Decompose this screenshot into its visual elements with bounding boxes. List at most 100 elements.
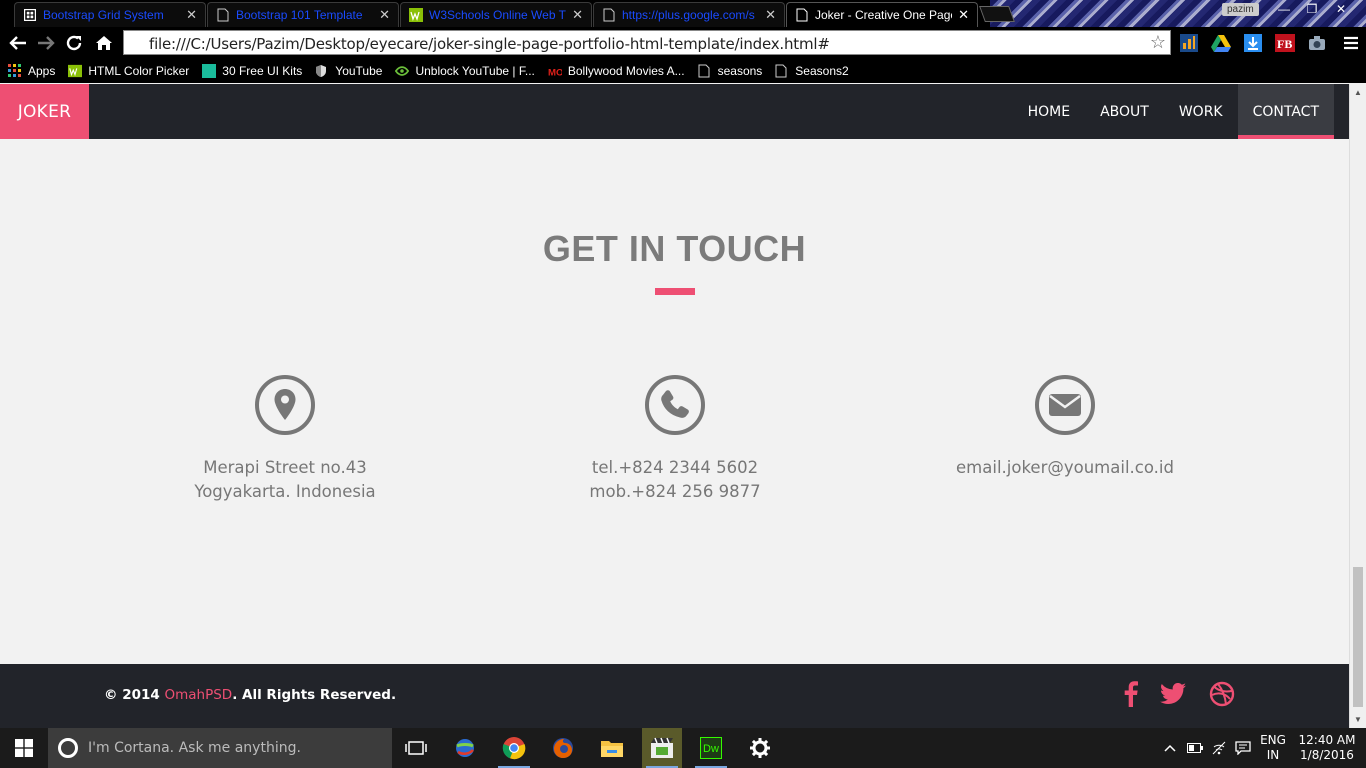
task-view-icon[interactable]	[396, 728, 436, 768]
bookmark-seasons[interactable]: seasons	[698, 64, 762, 78]
bookmark-apps[interactable]: Apps	[8, 64, 55, 78]
ui-kits-icon	[202, 64, 217, 78]
tab-label: W3Schools Online Web Tu	[429, 8, 567, 22]
page-icon	[602, 8, 616, 22]
bookmarks-bar: Apps HTML Color Picker 30 Free UI Kits Y…	[0, 59, 1366, 83]
facebook-icon[interactable]	[1116, 679, 1146, 709]
google-drive-icon[interactable]	[1210, 32, 1232, 54]
address-bar[interactable]: file:///C:/Users/Pazim/Desktop/eyecare/j…	[123, 30, 1171, 55]
chrome-app-icon[interactable]	[494, 728, 534, 768]
bookmark-html-color-picker[interactable]: HTML Color Picker	[68, 64, 189, 78]
bookmark-30-free-ui-kits[interactable]: 30 Free UI Kits	[202, 64, 302, 78]
browser-toolbar: file:///C:/Users/Pazim/Desktop/eyecare/j…	[0, 27, 1366, 59]
page-icon	[775, 64, 789, 78]
menu-item-about[interactable]: ABOUT	[1085, 84, 1164, 139]
tab-bootstrap-grid[interactable]: Bootstrap Grid System ✕	[14, 2, 206, 27]
menu-hamburger-icon[interactable]	[1340, 32, 1362, 54]
language-indicator[interactable]: ENG IN	[1258, 733, 1288, 763]
close-icon[interactable]: ✕	[765, 7, 776, 23]
phone-mob: mob.+824 256 9877	[589, 482, 761, 501]
bookmark-label: Apps	[28, 64, 56, 78]
bookmark-label: HTML Color Picker	[88, 64, 190, 78]
tab-label: Joker - Creative One Page	[815, 8, 953, 22]
close-icon[interactable]: ✕	[186, 7, 197, 23]
location-pin-icon	[254, 374, 316, 436]
grid-icon	[23, 8, 37, 22]
contact-phone: tel.+824 2344 5602 mob.+824 256 9877	[480, 374, 870, 504]
bookmark-seasons2[interactable]: Seasons2	[775, 64, 849, 78]
svg-text:Dw: Dw	[703, 743, 719, 755]
contact-address: Merapi Street no.43 Yogyakarta. Indonesi…	[90, 374, 480, 504]
tab-joker-active[interactable]: Joker - Creative One Page ✕	[786, 2, 978, 27]
clock[interactable]: 12:40 AM 1/8/2016	[1296, 733, 1358, 763]
address-line-1: Merapi Street no.43	[203, 458, 367, 477]
bookmark-label: Bollywood Movies A...	[567, 64, 685, 78]
copyright-prefix: © 2014	[104, 687, 165, 703]
bookmark-star-icon[interactable]: ☆	[1150, 32, 1166, 53]
back-icon[interactable]	[6, 31, 30, 55]
windows-start-icon[interactable]	[0, 728, 48, 768]
contact-email: email.joker@youmail.co.id	[870, 374, 1260, 480]
scrollbar-thumb[interactable]	[1353, 567, 1363, 707]
apps-grid-icon	[8, 64, 22, 78]
close-icon[interactable]: ✕	[958, 7, 969, 23]
home-icon[interactable]	[92, 31, 116, 55]
shield-icon	[315, 64, 329, 78]
battery-icon[interactable]	[1183, 728, 1207, 768]
twitter-icon[interactable]	[1158, 679, 1188, 709]
user-profile-badge[interactable]: pazim	[1222, 3, 1259, 16]
omahpsd-link[interactable]: OmahPSD	[164, 687, 232, 703]
phone-icon	[644, 374, 706, 436]
movie-maker-app-icon[interactable]	[642, 728, 682, 768]
new-tab-button[interactable]	[979, 6, 1015, 22]
phone-tel: tel.+824 2344 5602	[591, 458, 759, 477]
menu-item-contact[interactable]: CONTACT	[1237, 84, 1335, 139]
bookmark-youtube[interactable]: YouTube	[315, 64, 382, 78]
color-picker-icon	[68, 64, 83, 78]
reload-icon[interactable]	[62, 31, 86, 55]
firefox-app-icon[interactable]	[543, 728, 583, 768]
windows-taskbar: I'm Cortana. Ask me anything. Dw ENG IN …	[0, 728, 1366, 768]
fb-extension-icon[interactable]: FB	[1274, 32, 1296, 54]
svg-text:MO: MO	[548, 67, 562, 78]
action-center-icon[interactable]	[1231, 728, 1255, 768]
page-icon	[698, 64, 712, 78]
title-underline-bar	[655, 288, 695, 295]
bookmark-bollywood-movies[interactable]: MO Bollywood Movies A...	[548, 64, 685, 78]
page-scrollbar[interactable]: ▲ ▼	[1349, 84, 1366, 728]
unblock-icon	[395, 64, 410, 78]
email-address[interactable]: email.joker@youmail.co.id	[870, 456, 1260, 480]
close-icon[interactable]: ✕	[572, 7, 583, 23]
network-globe-app-icon[interactable]	[445, 728, 485, 768]
file-explorer-icon[interactable]	[592, 728, 632, 768]
cortana-search-box[interactable]: I'm Cortana. Ask me anything.	[48, 728, 392, 768]
scroll-down-arrow-icon[interactable]: ▼	[1354, 715, 1362, 724]
close-icon[interactable]: ✕	[379, 7, 390, 23]
dribbble-icon[interactable]	[1207, 679, 1237, 709]
minimize-icon[interactable]: —	[1270, 0, 1298, 18]
brand-logo[interactable]: JOKER	[0, 84, 89, 139]
scroll-up-arrow-icon[interactable]: ▲	[1354, 88, 1362, 97]
tray-chevron-up-icon[interactable]	[1158, 728, 1182, 768]
cortana-circle-icon	[58, 738, 78, 758]
language-code: ENG	[1260, 733, 1286, 747]
address-bar-url[interactable]: file:///C:/Users/Pazim/Desktop/eyecare/j…	[149, 35, 830, 53]
window-close-icon[interactable]: ✕	[1326, 0, 1356, 18]
menu-item-home[interactable]: HOME	[1013, 84, 1085, 139]
cortana-placeholder: I'm Cortana. Ask me anything.	[88, 740, 301, 756]
tab-bootstrap-101[interactable]: Bootstrap 101 Template ✕	[207, 2, 399, 27]
forward-icon[interactable]	[34, 31, 58, 55]
restore-icon[interactable]: ❐	[1298, 0, 1326, 18]
tab-google-plus[interactable]: https://plus.google.com/s ✕	[593, 2, 785, 27]
wifi-icon[interactable]	[1207, 728, 1231, 768]
menu-item-work[interactable]: WORK	[1164, 84, 1238, 139]
clock-date: 1/8/2016	[1300, 748, 1354, 762]
camera-icon[interactable]	[1306, 32, 1328, 54]
dreamweaver-app-icon[interactable]: Dw	[691, 728, 731, 768]
tab-w3schools[interactable]: W3Schools Online Web Tu ✕	[400, 2, 592, 27]
clock-time: 12:40 AM	[1298, 733, 1356, 747]
analytics-extension-icon[interactable]	[1178, 32, 1200, 54]
bookmark-unblock-youtube[interactable]: Unblock YouTube | F...	[395, 64, 535, 78]
settings-gear-icon[interactable]	[740, 728, 780, 768]
download-icon[interactable]	[1242, 32, 1264, 54]
